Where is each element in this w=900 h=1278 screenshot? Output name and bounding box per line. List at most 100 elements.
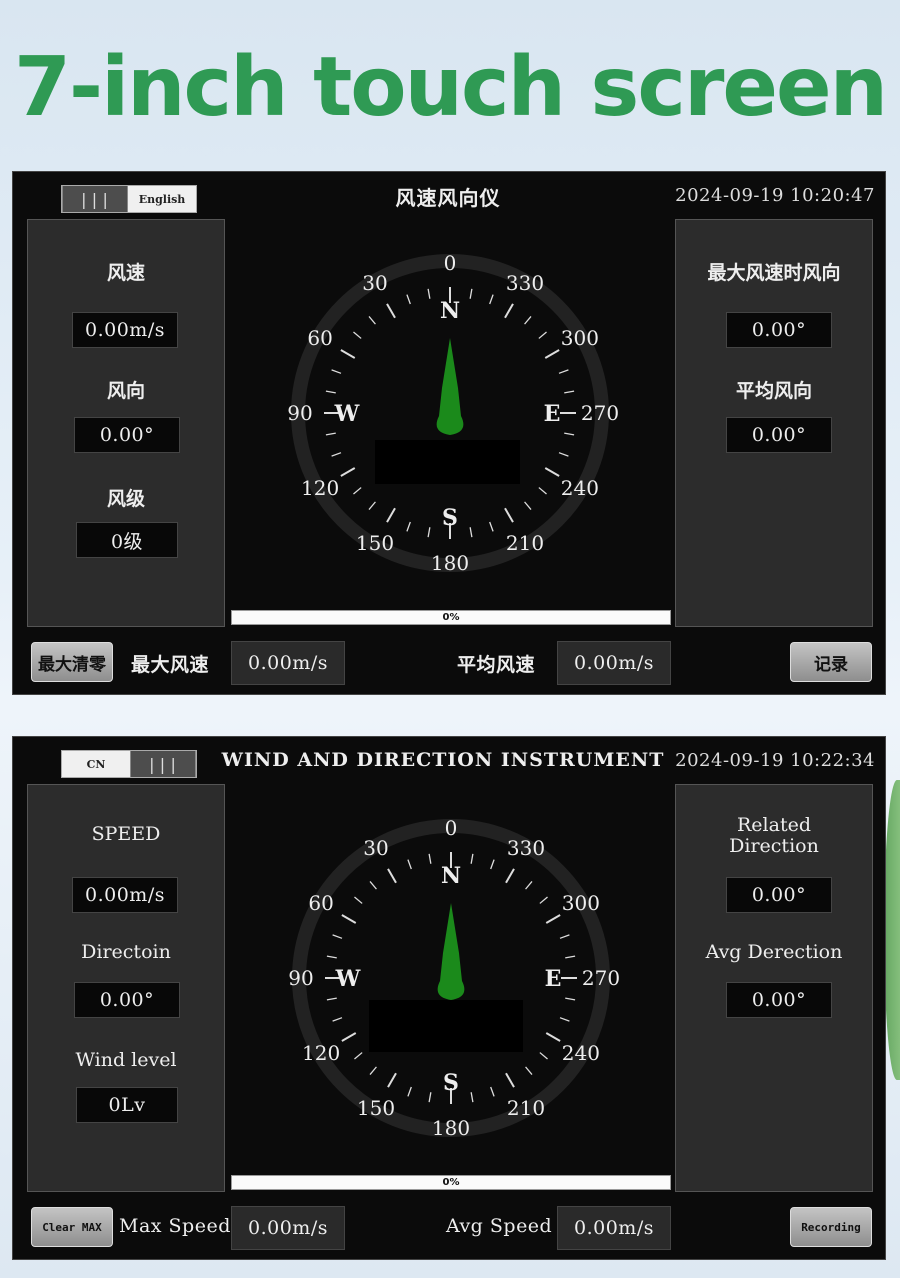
- compass-tick: [469, 527, 473, 538]
- compass-tick: [538, 331, 547, 339]
- headline: 7-inch touch screen: [13, 40, 888, 135]
- cardinal-west: W: [335, 966, 361, 992]
- compass-tick: [406, 294, 411, 305]
- compass-tick: [558, 452, 569, 457]
- max-speed-value: 0.00m/s: [231, 641, 345, 685]
- compass-degree-label: 300: [562, 891, 600, 915]
- compass-tick: [490, 1086, 495, 1097]
- avg-speed-label: 平均风速: [457, 654, 536, 676]
- level-label: 风级: [106, 488, 145, 510]
- compass-tick: [524, 501, 532, 510]
- compass-tick: [325, 432, 336, 436]
- compass-tick: [326, 997, 337, 1001]
- toggle-option-english[interactable]: English: [128, 186, 196, 212]
- record-button[interactable]: 记录: [790, 642, 872, 682]
- compass-dial: 0 30 60 90 120 150 180 210 240 270 300 330 N E S W: [288, 816, 620, 1140]
- compass-degree-label: 30: [363, 836, 388, 860]
- compass-tick: [428, 853, 432, 864]
- datetime-readout: 2024-09-19 10:22:34: [675, 750, 875, 771]
- level-value: 0Lv: [76, 1087, 178, 1123]
- compass-degree-label: 0: [444, 251, 457, 275]
- level-label: Wind level: [75, 1049, 177, 1071]
- compass-tick: [564, 390, 575, 394]
- compass-degree-label: 0: [445, 816, 458, 840]
- compass-tick: [332, 934, 343, 939]
- compass-tick: [545, 914, 561, 924]
- compass-tick: [332, 1017, 343, 1022]
- avg-direction-value: 0.00°: [726, 417, 832, 453]
- cardinal-south: S: [443, 1070, 459, 1096]
- avg-direction-label: 平均风向: [735, 380, 812, 402]
- right-readout-panel: 最大风速时风向 0.00° 平均风向 0.00°: [675, 219, 873, 627]
- cardinal-west: W: [334, 401, 360, 427]
- related-direction-label-line1: Related: [737, 814, 811, 836]
- compass-tick: [539, 896, 548, 904]
- compass-tick: [525, 1066, 533, 1075]
- compass-tick: [565, 955, 576, 959]
- compass-tick: [387, 868, 397, 884]
- language-toggle[interactable]: CN |||: [61, 750, 197, 778]
- compass-tick: [525, 881, 533, 890]
- compass-tick: [558, 369, 569, 374]
- compass-tick: [386, 507, 396, 523]
- compass-degree-label: 210: [507, 1096, 545, 1120]
- cardinal-east: E: [544, 401, 561, 427]
- toggle-knob[interactable]: |||: [130, 751, 196, 777]
- compass-degree-label: 180: [431, 551, 469, 575]
- compass-degree-label: 180: [432, 1116, 470, 1140]
- compass-tick: [353, 487, 362, 495]
- compass-tick: [504, 303, 514, 319]
- compass-tick: [341, 914, 357, 924]
- compass-tick: [559, 934, 570, 939]
- compass-tick: [564, 432, 575, 436]
- compass-tick: [340, 349, 356, 359]
- clear-max-button[interactable]: 最大清零: [31, 642, 113, 682]
- max-speed-direction-label: 最大风速时风向: [707, 262, 841, 284]
- compass-tick: [539, 1052, 548, 1060]
- compass-degree-label: 60: [308, 891, 333, 915]
- left-readout-panel: 风速 0.00m/s 风向 0.00° 风级 0级: [27, 219, 225, 627]
- compass-tick: [504, 507, 514, 523]
- max-speed-direction-value: 0.00°: [726, 312, 832, 348]
- datetime-readout: 2024-09-19 10:20:47: [675, 185, 875, 206]
- cardinal-east: E: [545, 966, 562, 992]
- avg-speed-label: Avg Speed: [446, 1215, 553, 1237]
- direction-label: Directoin: [81, 941, 171, 963]
- compass-tick: [368, 316, 376, 325]
- compass-tick: [470, 853, 474, 864]
- compass-degree-label: 300: [561, 326, 599, 350]
- direction-needle: [437, 903, 465, 1000]
- related-direction-value: 0.00°: [726, 877, 832, 913]
- compass-tick: [559, 1017, 570, 1022]
- language-toggle[interactable]: ||| English: [61, 185, 197, 213]
- compass-tick: [406, 521, 411, 532]
- compass-degree-label: 330: [507, 836, 545, 860]
- compass-tick: [331, 369, 342, 374]
- compass-tick: [505, 868, 515, 884]
- compass-tick: [407, 859, 412, 870]
- direction-value: 0.00°: [74, 982, 180, 1018]
- compass-tick: [387, 1072, 397, 1088]
- compass-degree-label: 120: [301, 476, 339, 500]
- right-readout-panel: Related Direction 0.00° Avg Derection 0.…: [675, 784, 873, 1192]
- compass-degree-label: 210: [506, 531, 544, 555]
- compass-tick: [407, 1086, 412, 1097]
- avg-direction-value: 0.00°: [726, 982, 832, 1018]
- compass-tick: [353, 331, 362, 339]
- compass-tick: [325, 390, 336, 394]
- cardinal-south: S: [442, 505, 458, 531]
- compass-tick: [524, 316, 532, 325]
- clear-max-button[interactable]: Clear MAX: [31, 1207, 113, 1247]
- compass-tick: [341, 1032, 357, 1042]
- toggle-option-cn[interactable]: CN: [62, 751, 130, 777]
- compass-tick: [545, 1032, 561, 1042]
- compass-tick: [489, 294, 494, 305]
- level-value: 0级: [76, 522, 178, 558]
- screen-english: CN ||| WIND AND DIRECTION INSTRUMENT 202…: [12, 736, 886, 1260]
- recording-button[interactable]: Recording: [790, 1207, 872, 1247]
- toggle-knob[interactable]: |||: [62, 186, 128, 212]
- cardinal-north: N: [441, 863, 461, 889]
- avg-direction-label: Avg Derection: [705, 941, 843, 963]
- direction-label: 风向: [106, 380, 145, 402]
- compass-tick: [386, 303, 396, 319]
